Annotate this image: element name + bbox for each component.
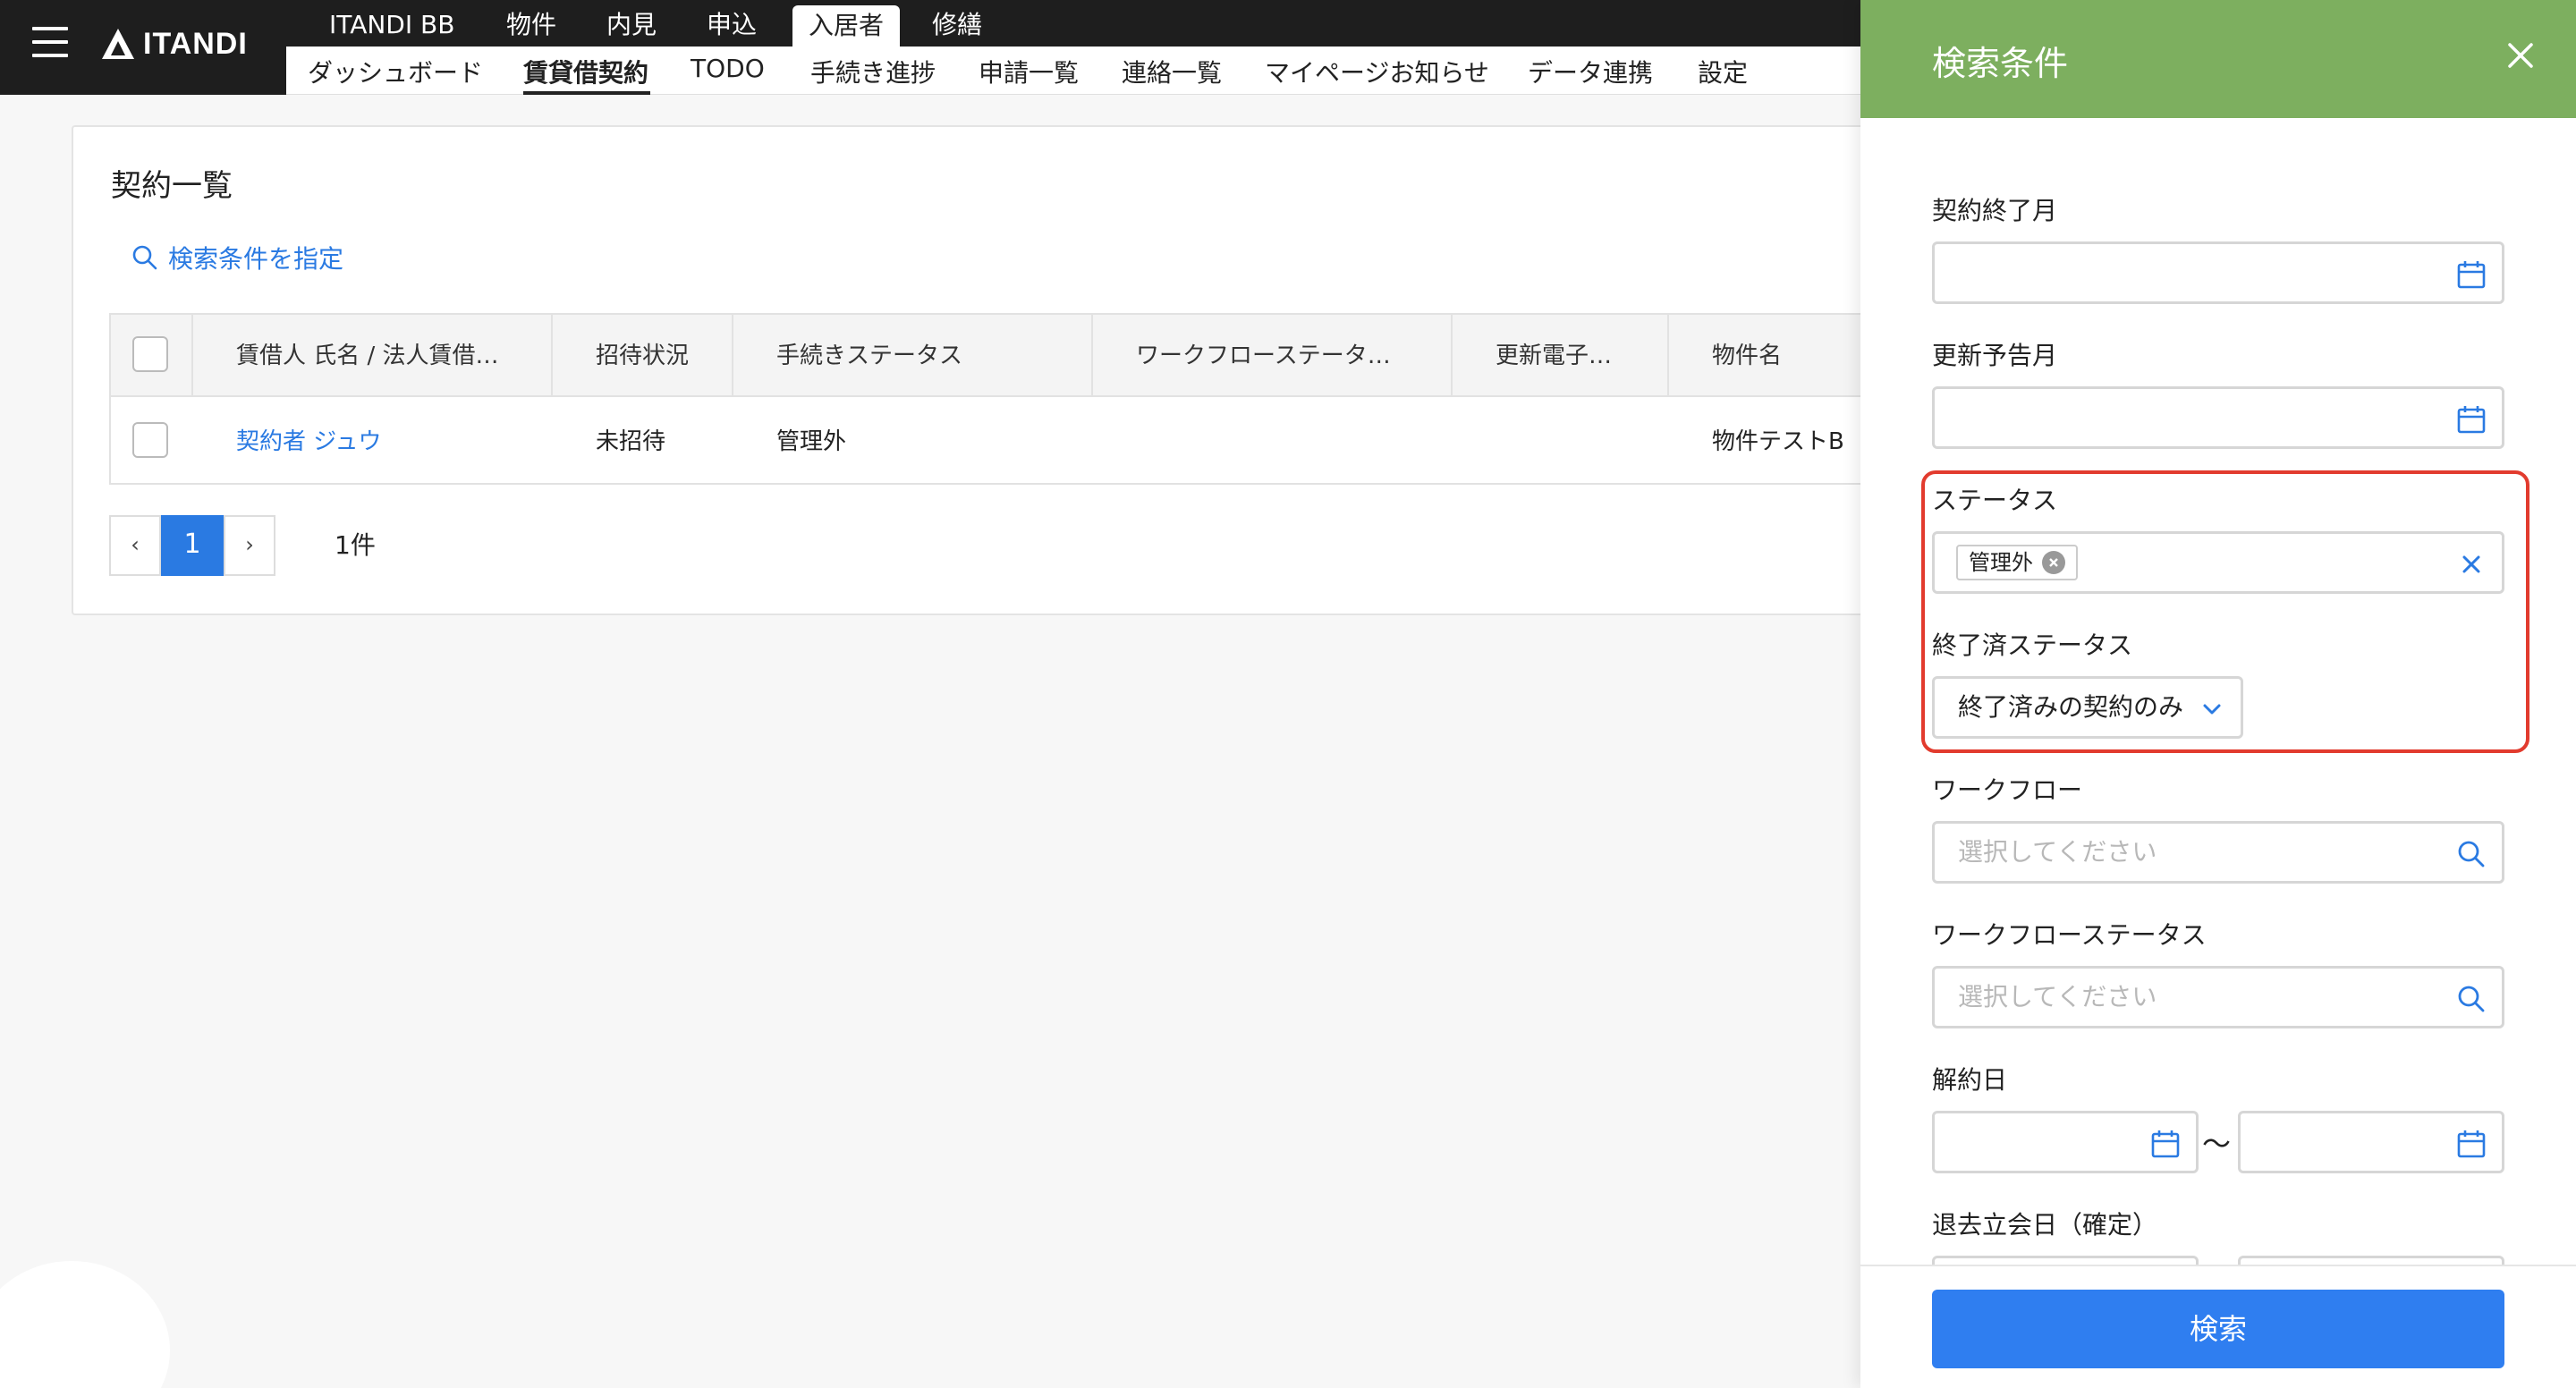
status-multiselect[interactable]: 管理外 (1932, 531, 2504, 594)
status-chip: 管理外 (1956, 545, 2078, 580)
search-conditions-drawer: 検索条件 契約終了月 更新予告月 ステータス 管理外 終了済ステータス 終了済み… (1860, 0, 2576, 1388)
primary-nav-itandi-bb[interactable]: ITANDI BB (329, 0, 454, 47)
search-button[interactable]: 検索 (1932, 1290, 2504, 1368)
chip-remove-icon[interactable] (2042, 551, 2065, 574)
secondary-nav-data-integration[interactable]: データ連携 (1528, 54, 1653, 89)
prev-page-button[interactable]: ‹ (109, 515, 161, 576)
logo-area: ITANDI (0, 0, 286, 95)
renewal-cell (1453, 399, 1496, 485)
itandi-logo-icon (102, 29, 134, 59)
column-header-invite-status[interactable]: 招待状況 (553, 315, 733, 397)
cancellation-date-label: 解約日 (1932, 1065, 2008, 1095)
contract-end-month-field[interactable] (1932, 241, 2504, 304)
move-out-date-label: 退去立会日（確定） (1932, 1210, 2158, 1240)
renewal-notice-month-field[interactable] (1932, 386, 2504, 449)
ended-status-select[interactable]: 終了済みの契約のみ (1932, 676, 2243, 739)
ended-status-label: 終了済ステータス (1932, 631, 2133, 660)
workflow-status-label: ワークフローステータス (1932, 920, 2207, 950)
contract-end-month-label: 契約終了月 (1932, 196, 2058, 225)
renewal-notice-month-label: 更新予告月 (1932, 341, 2058, 370)
primary-nav-repair[interactable]: 修繕 (932, 0, 982, 47)
status-chip-label: 管理外 (1969, 550, 2033, 575)
hamburger-icon[interactable] (32, 27, 68, 59)
open-search-conditions-link[interactable]: 検索条件を指定 (131, 240, 343, 275)
drawer-footer: 検索 (1860, 1265, 2576, 1388)
secondary-nav-dashboard[interactable]: ダッシュボード (308, 54, 483, 89)
close-icon[interactable] (2501, 36, 2540, 75)
page-1-button[interactable]: 1 (161, 515, 224, 576)
ended-status-value: 終了済みの契約のみ (1958, 692, 2184, 722)
secondary-nav-lease-contract[interactable]: 賃貸借契約 (523, 54, 648, 89)
search-icon[interactable] (2455, 838, 2487, 870)
search-icon[interactable] (2455, 983, 2487, 1015)
column-header-procedure-status[interactable]: 手続きステータス (733, 315, 1093, 397)
secondary-nav-todo[interactable]: TODO (691, 54, 765, 83)
calendar-icon[interactable] (2455, 1128, 2487, 1160)
workflow-label: ワークフロー (1932, 775, 2083, 805)
invite-status-cell: 未招待 (596, 428, 666, 455)
floating-overlay (0, 1261, 170, 1388)
column-header-workflow-status[interactable]: ワークフローステータ… (1093, 315, 1453, 397)
drawer-header: 検索条件 (1860, 0, 2576, 118)
secondary-nav-settings[interactable]: 設定 (1698, 54, 1748, 89)
top-bar: ITANDI ITANDI BB 物件 内見 申込 入居者 修繕 ダッシュボード… (0, 0, 1860, 95)
drawer-title: 検索条件 (1932, 44, 2069, 83)
column-header-tenant[interactable]: 賃借人 氏名 / 法人賃借… (193, 315, 553, 397)
primary-nav-application[interactable]: 申込 (707, 0, 757, 47)
primary-nav-property[interactable]: 物件 (506, 0, 556, 47)
table-header: 賃借人 氏名 / 法人賃借… 招待状況 手続きステータス ワークフローステータ…… (111, 315, 1889, 397)
date-range-separator: 〜 (2202, 1127, 2232, 1161)
primary-nav-viewing[interactable]: 内見 (606, 0, 657, 47)
page-title: 契約一覧 (111, 168, 233, 204)
workflow-placeholder: 選択してください (1958, 837, 2157, 867)
secondary-nav-contact-list[interactable]: 連絡一覧 (1122, 54, 1222, 89)
workflow-status-placeholder: 選択してください (1958, 982, 2157, 1011)
chevron-down-icon (2203, 704, 2221, 715)
search-link-label: 検索条件を指定 (168, 244, 344, 274)
secondary-nav: ダッシュボード 賃貸借契約 TODO 手続き進捗 申請一覧 連絡一覧 マイページ… (286, 47, 1860, 95)
procedure-status-cell: 管理外 (776, 428, 847, 455)
clear-icon[interactable] (2455, 548, 2487, 580)
workflow-status-cell (1093, 399, 1136, 485)
cancellation-date-to[interactable] (2238, 1111, 2504, 1173)
secondary-nav-procedure-progress[interactable]: 手続き進捗 (810, 54, 936, 89)
secondary-nav-mypage-notice[interactable]: マイページお知らせ (1265, 54, 1489, 89)
contract-list-card: 契約一覧 検索条件を指定 賃借人 氏名 / 法人賃借… 招待状況 手続きステータ… (72, 125, 1889, 615)
select-all-checkbox[interactable] (132, 336, 168, 372)
property-name-cell: 物件テストB (1712, 428, 1844, 455)
header-select-cell (111, 315, 193, 397)
tenant-name-link[interactable]: 契約者 ジュウ (193, 399, 381, 485)
primary-nav-tenant[interactable]: 入居者 (792, 5, 901, 47)
secondary-nav-request-list[interactable]: 申請一覧 (979, 54, 1079, 89)
search-icon (132, 245, 157, 270)
status-label: ステータス (1932, 486, 2058, 515)
workflow-select[interactable]: 選択してください (1932, 821, 2504, 884)
calendar-icon[interactable] (2455, 403, 2487, 436)
contract-table: 賃借人 氏名 / 法人賃借… 招待状況 手続きステータス ワークフローステータ…… (109, 313, 1889, 485)
next-page-button[interactable]: › (224, 515, 275, 576)
primary-nav: ITANDI BB 物件 内見 申込 入居者 修繕 (286, 0, 1860, 47)
column-header-renewal[interactable]: 更新電子… (1453, 315, 1669, 397)
active-tab-underline (523, 91, 650, 95)
cancellation-date-from[interactable] (1932, 1111, 2199, 1173)
row-checkbox[interactable] (132, 422, 168, 458)
result-count: 1件 (335, 530, 376, 560)
brand-logo[interactable]: ITANDI (143, 27, 248, 62)
calendar-icon[interactable] (2455, 258, 2487, 291)
workflow-status-select[interactable]: 選択してください (1932, 966, 2504, 1028)
pagination: ‹ 1 › (109, 515, 275, 576)
calendar-icon[interactable] (2149, 1128, 2182, 1160)
